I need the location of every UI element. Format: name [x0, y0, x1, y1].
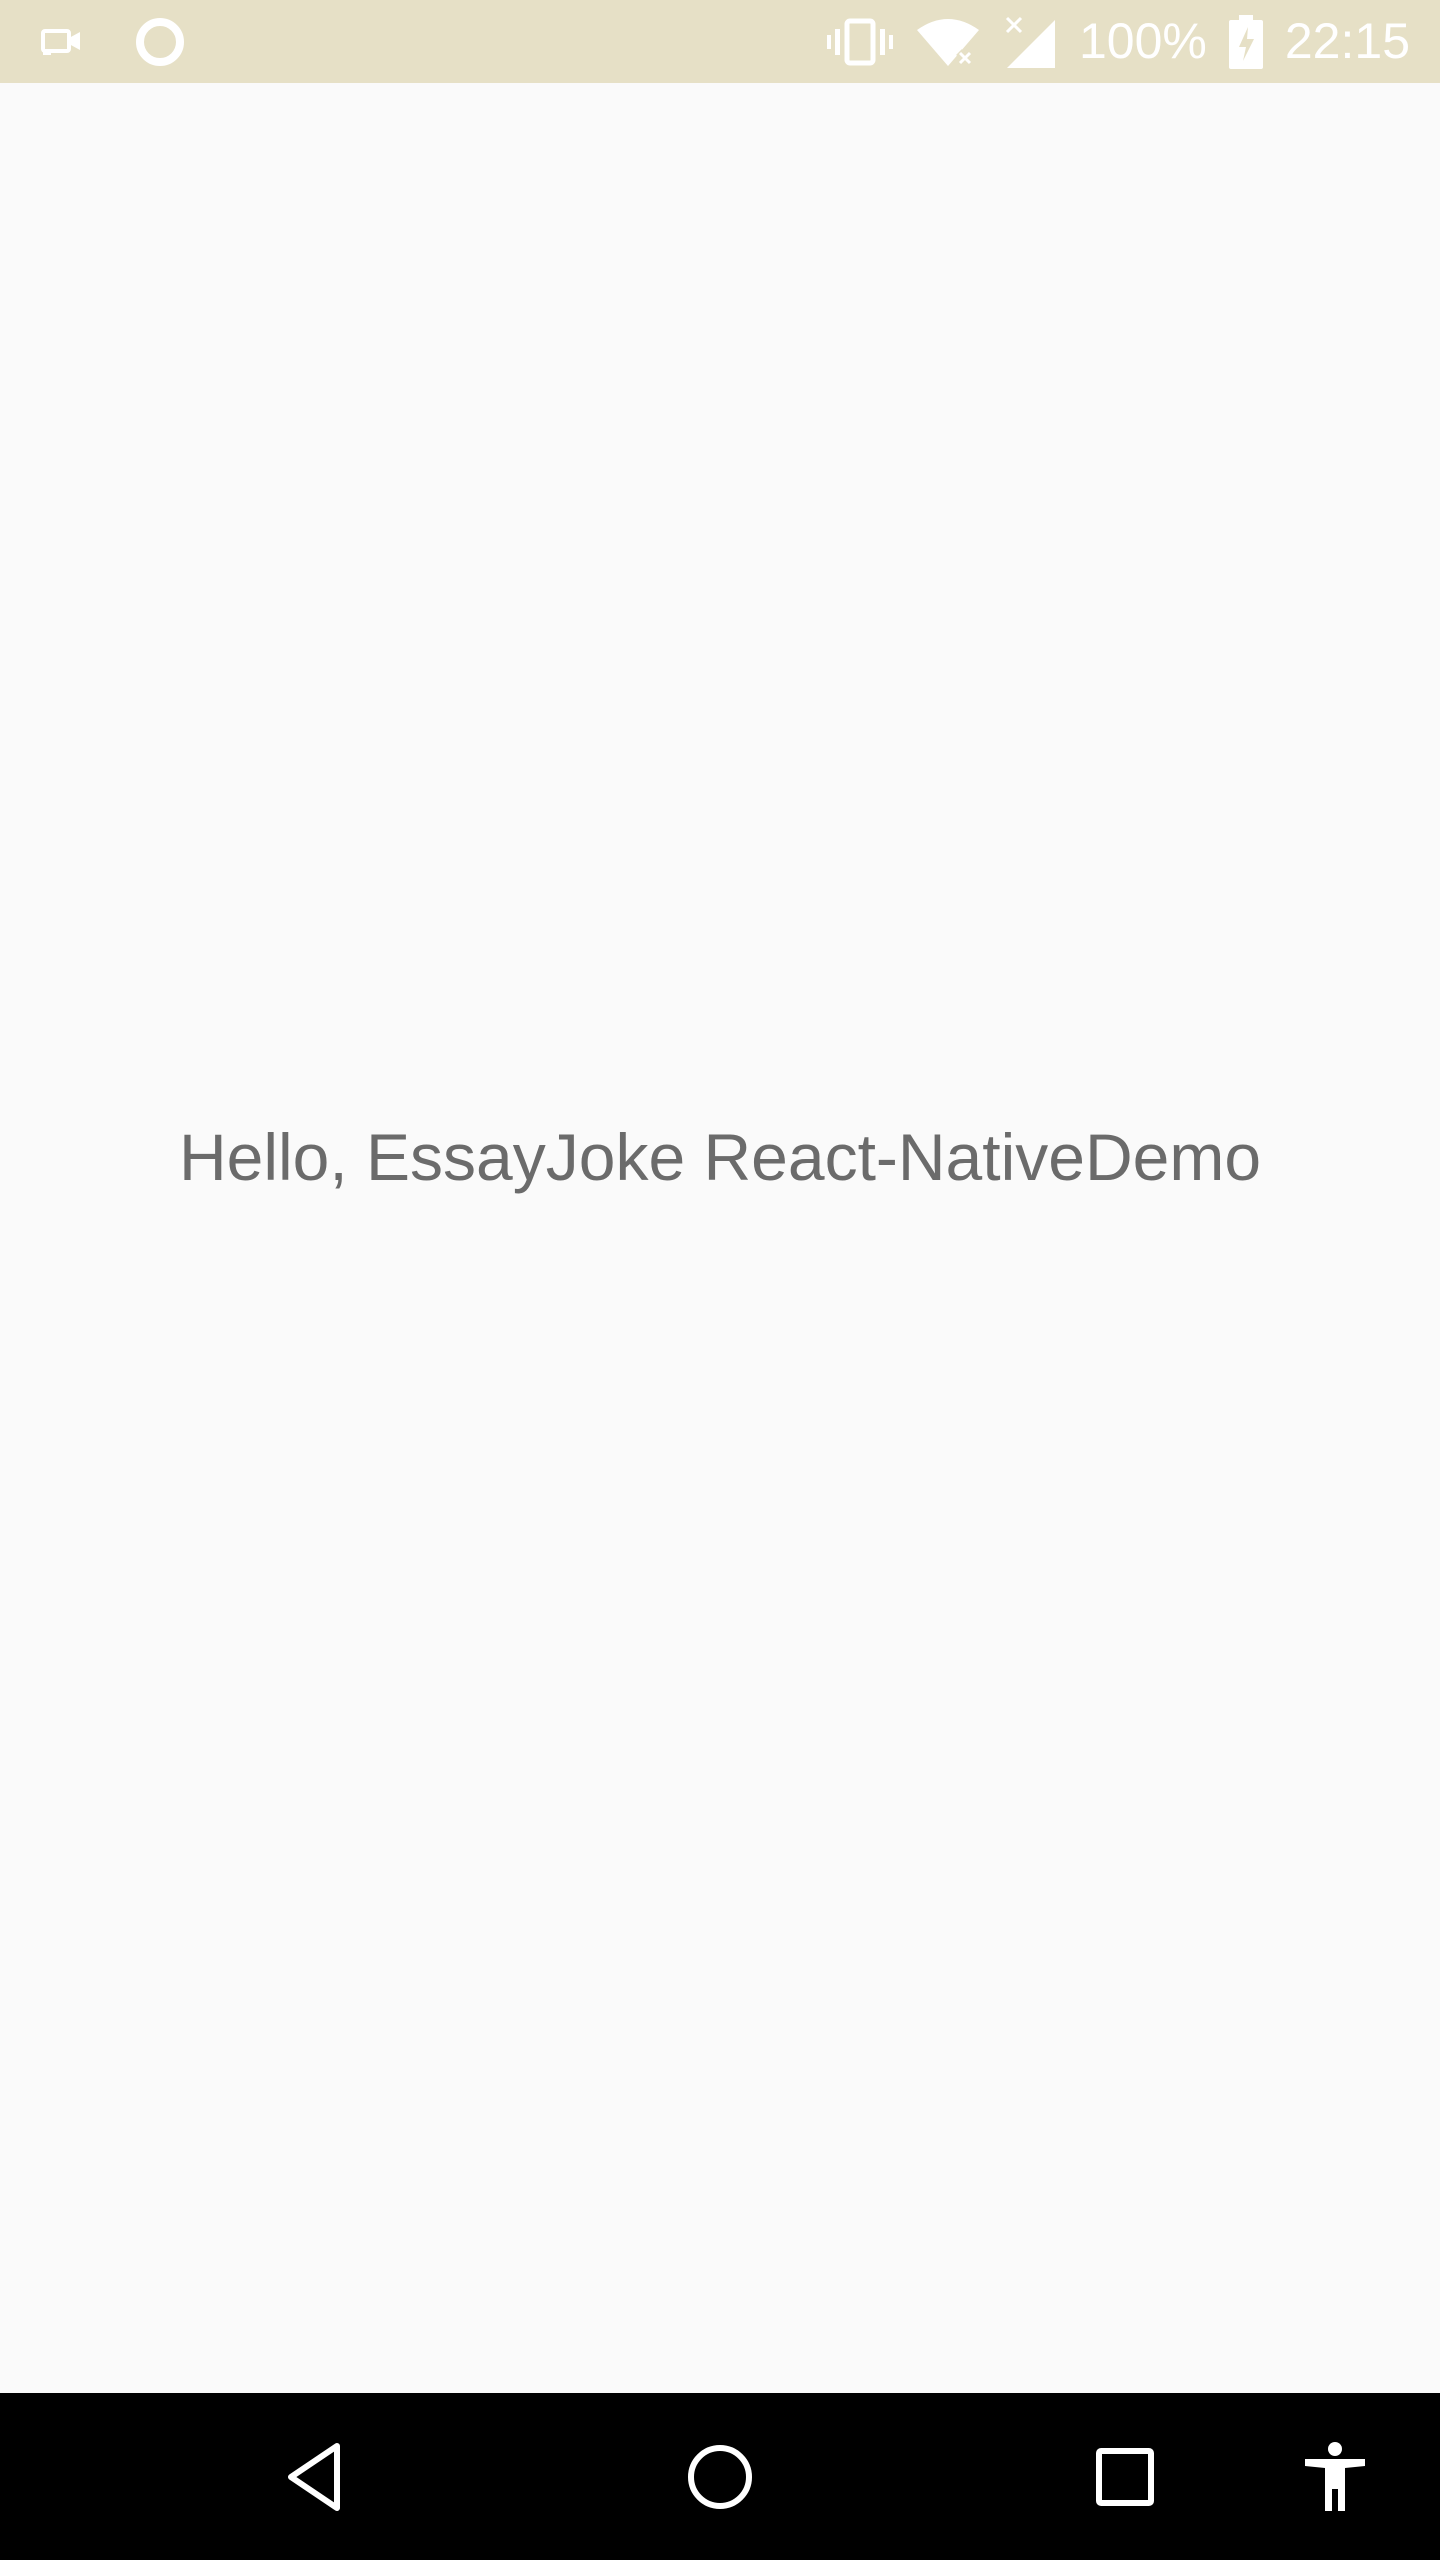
status-bar: 100% 22:15 — [0, 0, 1440, 83]
main-content — [0, 83, 1440, 2393]
home-button[interactable] — [655, 2393, 785, 2560]
video-call-icon — [40, 27, 84, 57]
back-icon — [285, 2442, 345, 2512]
greeting-text: Hello, EssayJoke React-NativeDemo — [178, 1120, 1262, 1194]
app-screen: 100% 22:15 Hello, EssayJoke React-Native… — [0, 0, 1440, 2560]
home-icon — [685, 2442, 755, 2512]
vibrate-icon — [826, 17, 893, 67]
recents-button[interactable] — [1060, 2393, 1190, 2560]
signal-icon — [1003, 14, 1057, 70]
status-time: 22:15 — [1284, 13, 1410, 69]
back-button[interactable] — [250, 2393, 380, 2560]
recents-icon — [1095, 2447, 1155, 2507]
accessibility-button[interactable] — [1270, 2393, 1400, 2560]
status-right-icons: 100% 22:15 — [826, 0, 1410, 83]
battery-percent: 100% — [1078, 13, 1207, 69]
accessibility-icon — [1303, 2441, 1367, 2513]
navigation-bar — [0, 2393, 1440, 2560]
wifi-icon — [915, 16, 981, 68]
circle-notification-icon — [134, 16, 186, 68]
status-left-icons — [40, 0, 186, 83]
battery-icon — [1228, 14, 1263, 69]
